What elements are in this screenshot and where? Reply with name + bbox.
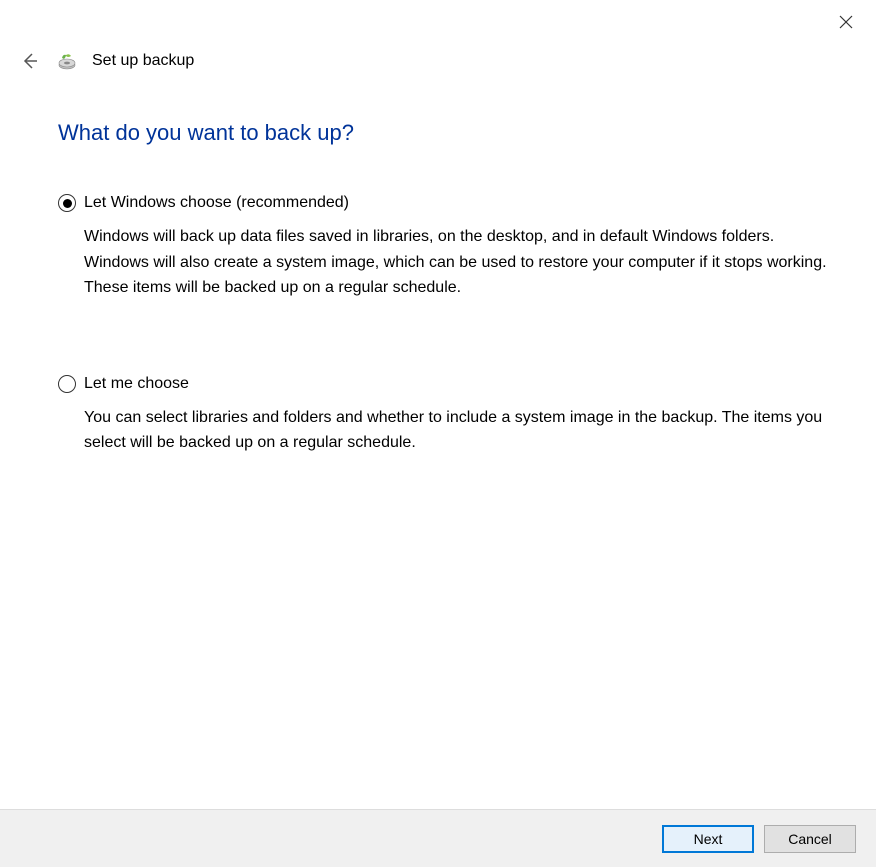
wizard-content: What do you want to back up? Let Windows… — [58, 120, 828, 530]
next-button[interactable]: Next — [662, 825, 754, 853]
back-arrow-icon — [20, 52, 38, 70]
back-button[interactable] — [16, 48, 42, 74]
option-let-windows-choose-radio-row[interactable]: Let Windows choose (recommended) — [58, 194, 828, 212]
option-let-me-choose-label: Let me choose — [84, 375, 189, 393]
option-let-me-choose: Let me choose You can select libraries a… — [58, 375, 828, 456]
option-let-me-choose-description: You can select libraries and folders and… — [84, 405, 828, 456]
wizard-header: Set up backup — [16, 48, 194, 74]
option-let-windows-choose-description: Windows will back up data files saved in… — [84, 224, 828, 301]
radio-let-me-choose[interactable] — [58, 375, 76, 393]
cancel-button[interactable]: Cancel — [764, 825, 856, 853]
backup-wizard-icon — [56, 50, 78, 72]
option-let-windows-choose-label: Let Windows choose (recommended) — [84, 194, 349, 212]
wizard-footer: Next Cancel — [0, 809, 876, 867]
close-icon — [839, 15, 853, 29]
wizard-title: Set up backup — [92, 52, 194, 70]
page-heading: What do you want to back up? — [58, 120, 828, 146]
radio-let-windows-choose[interactable] — [58, 194, 76, 212]
close-button[interactable] — [834, 10, 858, 34]
option-let-me-choose-radio-row[interactable]: Let me choose — [58, 375, 828, 393]
option-let-windows-choose: Let Windows choose (recommended) Windows… — [58, 194, 828, 301]
